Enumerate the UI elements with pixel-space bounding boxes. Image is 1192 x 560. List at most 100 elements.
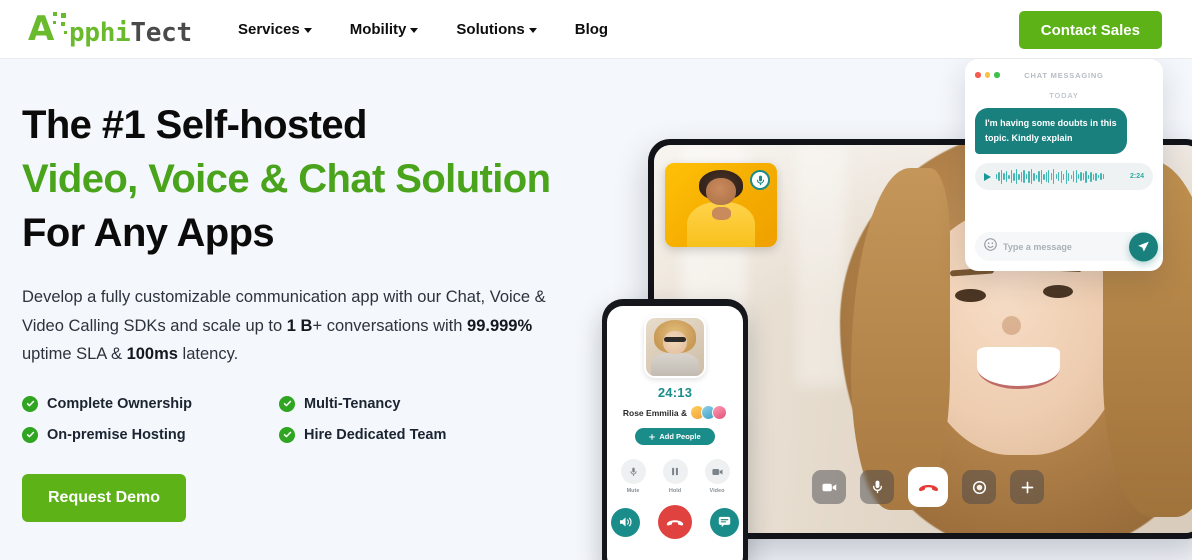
emoji-icon[interactable] bbox=[984, 237, 997, 256]
send-button[interactable] bbox=[1129, 232, 1158, 261]
speaker-icon bbox=[619, 517, 631, 527]
video-call-controls bbox=[812, 467, 1044, 507]
end-call-button[interactable] bbox=[658, 505, 692, 539]
record-button[interactable] bbox=[962, 470, 996, 504]
feature-list: Complete Ownership Multi-Tenancy On-prem… bbox=[22, 395, 622, 443]
chat-composer: Type a message bbox=[975, 232, 1158, 261]
video-button[interactable]: Video bbox=[704, 459, 730, 494]
phone-call-device: 24:13 Rose Emmilia & Add People Mute Hol… bbox=[602, 299, 748, 560]
mute-button[interactable]: Mute bbox=[620, 459, 646, 494]
plus-icon bbox=[1021, 481, 1033, 493]
nav-item-blog[interactable]: Blog bbox=[575, 21, 608, 38]
subcopy-part-2: + conversations with bbox=[312, 316, 468, 335]
headline-line-2: Video, Voice & Chat Solution bbox=[22, 157, 551, 201]
end-call-button[interactable] bbox=[908, 467, 948, 507]
phone-bottom-controls bbox=[611, 505, 739, 539]
subcopy-part-4: latency. bbox=[177, 345, 239, 363]
caller-avatar-body bbox=[650, 352, 700, 376]
phone-call-screen: 24:13 Rose Emmilia & Add People Mute Hol… bbox=[607, 306, 743, 560]
page-title: The #1 Self-hosted Video, Voice & Chat S… bbox=[22, 98, 622, 260]
mini-control-label: Mute bbox=[626, 488, 640, 494]
camera-toggle-button[interactable] bbox=[812, 470, 846, 504]
chat-icon bbox=[718, 516, 731, 528]
chevron-down-icon bbox=[528, 28, 537, 33]
send-icon bbox=[1138, 241, 1149, 251]
feature-label: Multi-Tenancy bbox=[304, 395, 401, 412]
record-icon bbox=[972, 480, 986, 494]
add-participant-button[interactable] bbox=[1010, 470, 1044, 504]
mini-control-label: Video bbox=[709, 488, 725, 494]
check-circle-icon bbox=[279, 426, 295, 443]
hold-button[interactable]: Hold bbox=[662, 459, 688, 494]
logo-dot-5 bbox=[64, 31, 67, 34]
chevron-down-icon bbox=[410, 28, 419, 33]
request-demo-button[interactable]: Request Demo bbox=[22, 473, 187, 522]
background-blur-right bbox=[796, 145, 846, 386]
self-view-hands bbox=[712, 206, 732, 221]
chat-window-title: CHAT MESSAGING bbox=[1024, 70, 1104, 80]
caller-avatar-face bbox=[663, 330, 687, 354]
subcopy-bold-3: 100ms bbox=[126, 345, 178, 363]
call-timer: 24:13 bbox=[657, 385, 693, 400]
logo-dot-4 bbox=[53, 21, 56, 24]
feature-item-hire-dedicated-team: Hire Dedicated Team bbox=[279, 426, 622, 443]
contact-sales-button[interactable]: Contact Sales bbox=[1018, 11, 1162, 49]
audio-waveform bbox=[996, 169, 1125, 185]
subcopy-part-3: uptime SLA & bbox=[22, 345, 127, 363]
chat-input[interactable]: Type a message bbox=[1003, 242, 1126, 252]
feature-label: Complete Ownership bbox=[47, 395, 193, 412]
video-camera-icon bbox=[821, 483, 836, 491]
play-icon[interactable] bbox=[984, 172, 991, 181]
chat-window-header: CHAT MESSAGING bbox=[975, 68, 1153, 82]
plus-icon bbox=[649, 433, 656, 440]
self-view-face bbox=[706, 178, 736, 205]
check-circle-icon bbox=[22, 426, 38, 443]
feature-item-complete-ownership: Complete Ownership bbox=[22, 395, 279, 412]
video-call-self-view[interactable] bbox=[665, 163, 777, 247]
participant-eye-right bbox=[1043, 284, 1074, 298]
participant-smile bbox=[977, 346, 1060, 390]
phone-mini-controls: Mute Hold Video bbox=[620, 459, 730, 494]
logo-mark-icon: A bbox=[28, 12, 68, 46]
microphone-icon bbox=[620, 459, 646, 484]
speaker-button[interactable] bbox=[611, 507, 640, 537]
caller-avatar bbox=[644, 316, 706, 378]
nav-label-services: Services bbox=[238, 21, 300, 38]
chat-messaging-widget: CHAT MESSAGING TODAY I'm having some dou… bbox=[965, 59, 1163, 271]
nav-label-blog: Blog bbox=[574, 21, 609, 38]
subcopy-bold-1: 1 B bbox=[286, 316, 313, 335]
avatar bbox=[712, 405, 728, 420]
hero-section: The #1 Self-hosted Video, Voice & Chat S… bbox=[0, 59, 1192, 560]
nav-item-services[interactable]: Services bbox=[238, 21, 312, 38]
microphone-icon bbox=[750, 170, 770, 190]
participant-eye-left bbox=[955, 288, 986, 302]
caller-name-row: Rose Emmilia & bbox=[623, 405, 728, 420]
feature-label: Hire Dedicated Team bbox=[304, 426, 447, 443]
logo-dot-3 bbox=[61, 22, 65, 26]
chat-message-bubble: I'm having some doubts in this topic. Ki… bbox=[975, 108, 1127, 154]
hangup-icon bbox=[918, 484, 938, 492]
nav-label-mobility: Mobility bbox=[349, 21, 407, 38]
chat-button[interactable] bbox=[710, 507, 739, 537]
nav-item-solutions[interactable]: Solutions bbox=[456, 21, 537, 38]
video-camera-icon bbox=[704, 459, 730, 484]
logo-dot-2 bbox=[53, 12, 57, 16]
logo-text-dark: Tect bbox=[130, 18, 192, 48]
participant-avatars bbox=[690, 405, 728, 420]
microphone-icon bbox=[872, 480, 882, 494]
logo-text-green: pphi bbox=[69, 18, 131, 48]
landing-page: A pphi Tect Services Mobility Solutions bbox=[0, 0, 1192, 560]
main-navigation: Services Mobility Solutions Blog bbox=[238, 0, 608, 59]
chevron-down-icon bbox=[303, 28, 312, 33]
check-circle-icon bbox=[22, 395, 38, 412]
logo-letter-a: A bbox=[28, 9, 55, 49]
add-people-button[interactable]: Add People bbox=[635, 428, 715, 445]
logo[interactable]: A pphi Tect bbox=[28, 12, 192, 46]
pause-icon bbox=[662, 459, 688, 484]
voice-message[interactable]: 2:24 bbox=[975, 163, 1153, 190]
add-people-label: Add People bbox=[659, 432, 701, 441]
microphone-toggle-button[interactable] bbox=[860, 470, 894, 504]
check-circle-icon bbox=[279, 395, 295, 412]
caller-avatar-sunglasses bbox=[663, 337, 686, 343]
nav-item-mobility[interactable]: Mobility bbox=[350, 21, 419, 38]
